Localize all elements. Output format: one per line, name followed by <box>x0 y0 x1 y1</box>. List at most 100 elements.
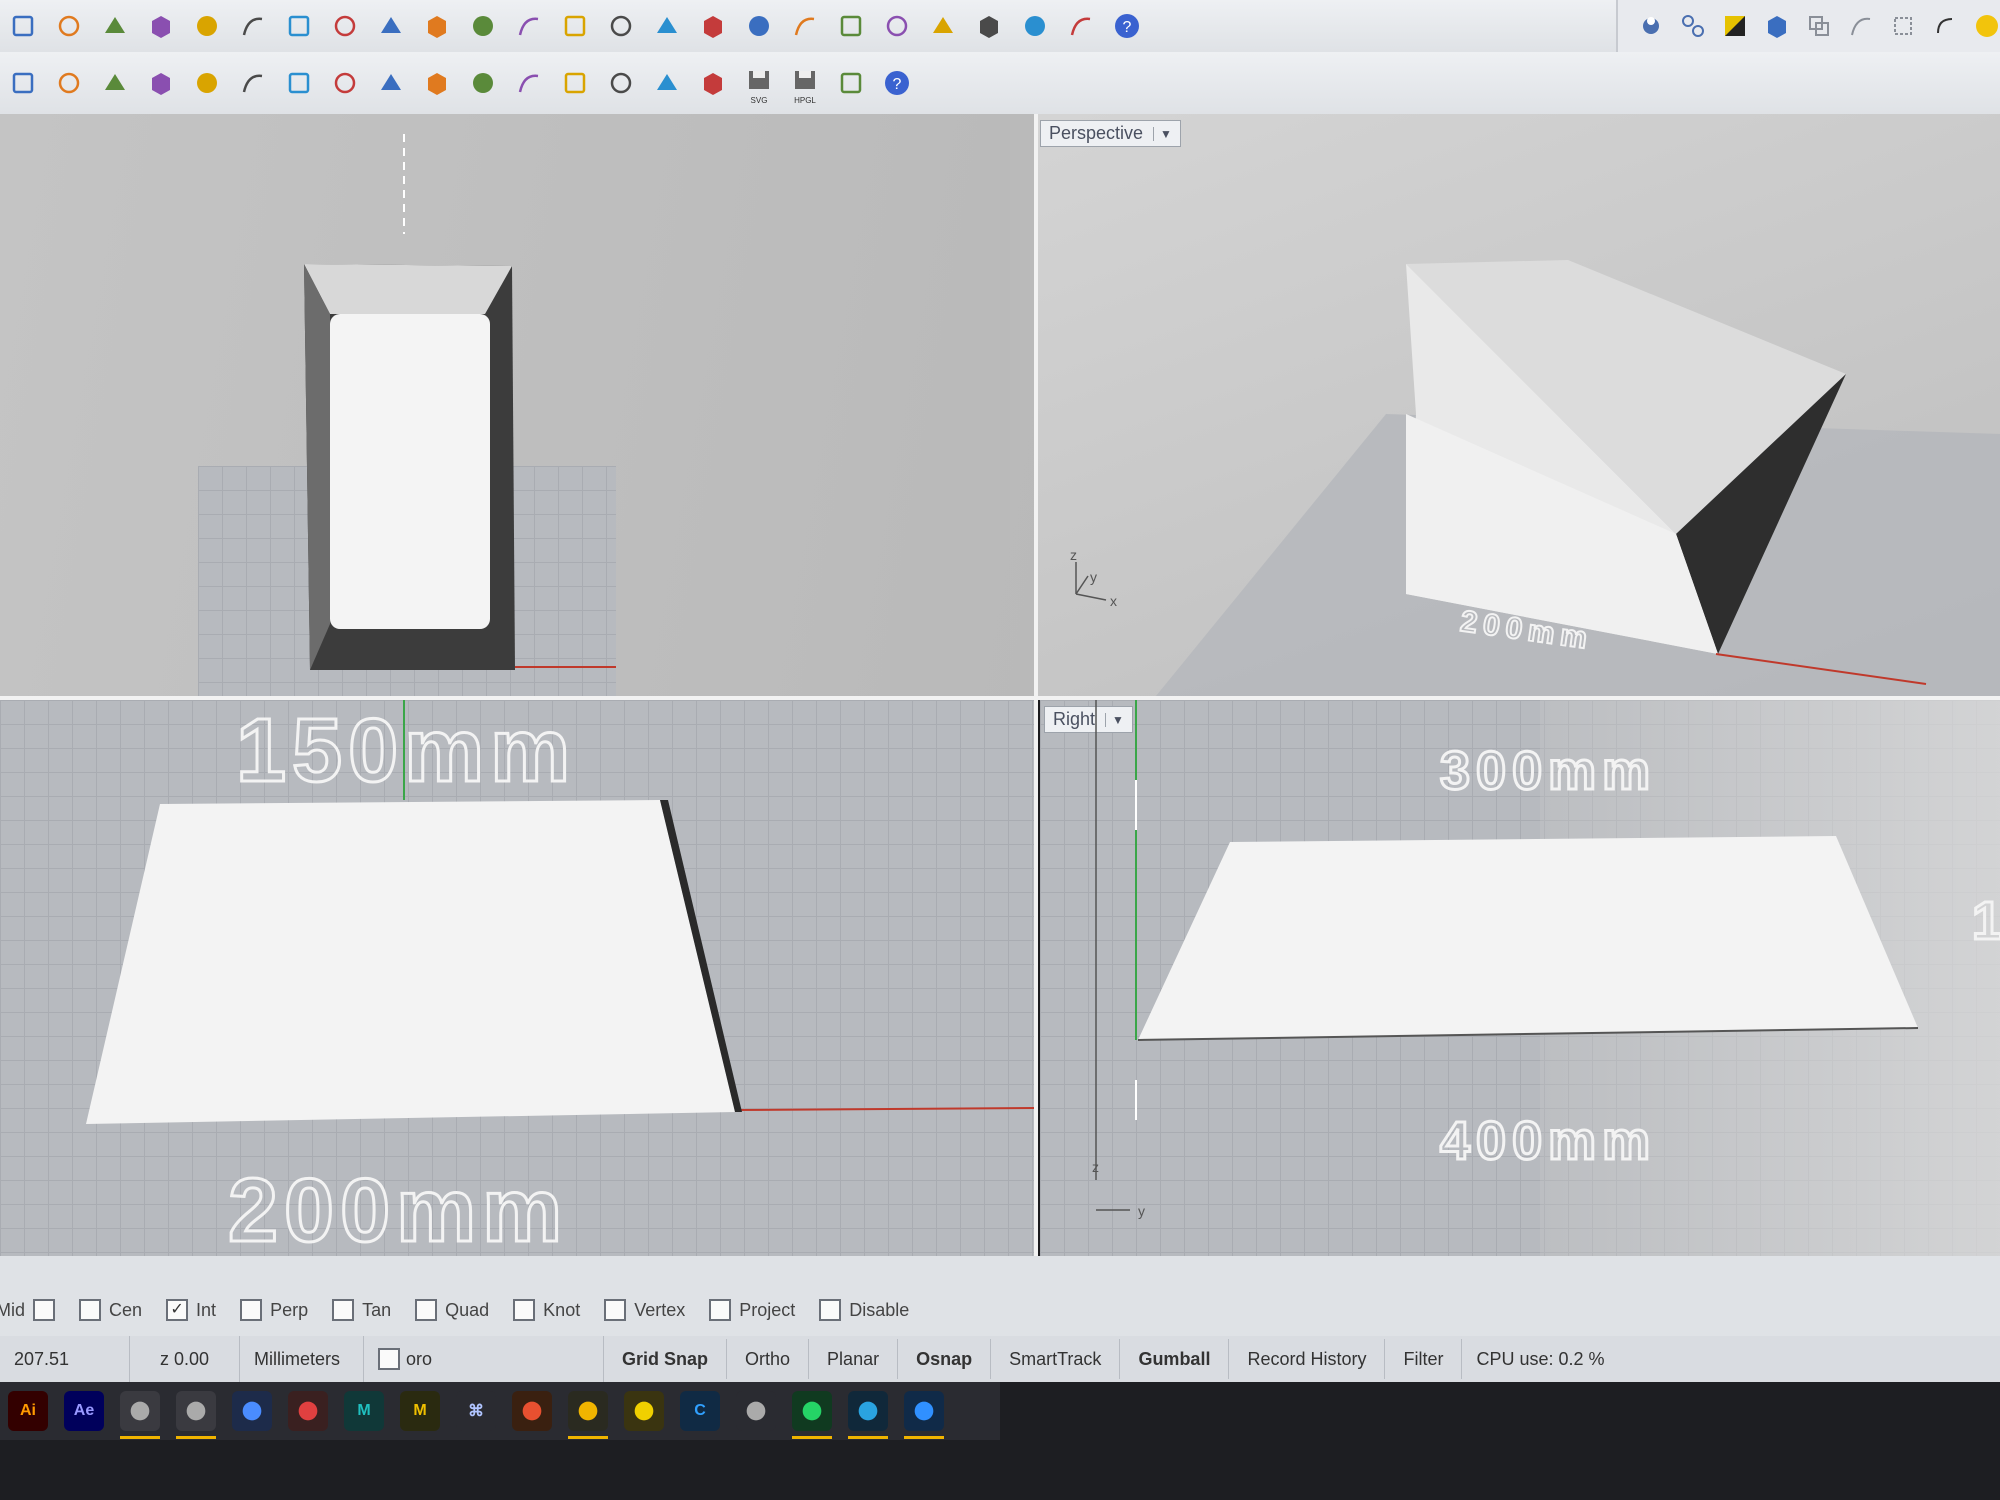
osnap-disable[interactable]: Disable <box>819 1299 909 1321</box>
block-icon[interactable] <box>1762 9 1792 43</box>
browser-icon[interactable] <box>232 1391 272 1431</box>
wrench-icon[interactable] <box>466 66 500 100</box>
osnap-checkbox[interactable] <box>709 1299 732 1321</box>
object-color-icon[interactable] <box>1720 9 1750 43</box>
smart-track-icon[interactable] <box>1636 9 1666 43</box>
open-folder-icon[interactable] <box>834 66 868 100</box>
lock-icon[interactable] <box>696 9 730 43</box>
pane-filter[interactable]: Filter <box>1385 1339 1463 1379</box>
osnap-mid[interactable]: Mid <box>0 1299 56 1321</box>
cut-icon[interactable] <box>6 66 40 100</box>
join-icon[interactable] <box>1678 9 1708 43</box>
bird-icon[interactable] <box>52 66 86 100</box>
shade-icon[interactable] <box>834 9 868 43</box>
osnap-knot[interactable]: Knot <box>513 1299 580 1321</box>
bulb-icon[interactable] <box>650 9 684 43</box>
frame-icon[interactable] <box>512 66 546 100</box>
box-icon[interactable] <box>742 9 776 43</box>
pane-ortho[interactable]: Ortho <box>727 1339 810 1379</box>
layer-color-swatch[interactable] <box>378 1348 400 1370</box>
security-icon[interactable] <box>288 1391 328 1431</box>
gear-icon[interactable] <box>1018 9 1052 43</box>
sphere-icon[interactable] <box>926 9 960 43</box>
cube-icon[interactable] <box>144 66 178 100</box>
curve-icon[interactable] <box>236 66 270 100</box>
help-icon[interactable]: ? <box>880 66 914 100</box>
telegram-icon[interactable] <box>848 1391 888 1439</box>
save-hpgl-icon[interactable]: HPGL <box>788 66 822 105</box>
dimension-icon[interactable] <box>1064 9 1098 43</box>
zoom-selected-icon[interactable] <box>328 9 362 43</box>
check-icon[interactable] <box>328 66 362 100</box>
osnap-checkbox[interactable] <box>240 1299 263 1321</box>
crystal-icon[interactable] <box>374 66 408 100</box>
undo-icon[interactable] <box>52 9 86 43</box>
osnap-quad[interactable]: Quad <box>415 1299 489 1321</box>
pane-smarttrack[interactable]: SmartTrack <box>991 1339 1121 1379</box>
whatsapp-icon[interactable] <box>792 1391 832 1439</box>
zoom-window-icon[interactable] <box>236 9 270 43</box>
pan-icon[interactable] <box>98 9 132 43</box>
help-icon[interactable]: ? <box>1110 9 1144 43</box>
viewport-layout-icon[interactable] <box>420 9 454 43</box>
c-app-icon[interactable]: C <box>680 1391 720 1431</box>
calendar-icon[interactable] <box>512 1391 552 1431</box>
color-wheel-icon[interactable] <box>788 9 822 43</box>
pen-icon[interactable] <box>736 1391 776 1431</box>
photo-app-icon[interactable] <box>904 1391 944 1439</box>
car-icon[interactable] <box>466 9 500 43</box>
snap-icon[interactable] <box>512 9 546 43</box>
command-icon[interactable]: ⌘ <box>456 1391 496 1431</box>
osnap-project[interactable]: Project <box>709 1299 795 1321</box>
zoom-icon[interactable] <box>190 9 224 43</box>
viewport-divider-vertical[interactable] <box>1034 114 1038 1264</box>
layer-display[interactable]: oro <box>364 1336 604 1382</box>
units-display[interactable]: Millimeters <box>240 1336 364 1382</box>
zoom-realtime-icon[interactable] <box>374 9 408 43</box>
chrome-icon[interactable] <box>568 1391 608 1439</box>
viewport-divider-horizontal[interactable] <box>0 696 2000 700</box>
grid-icon[interactable] <box>558 66 592 100</box>
circle-select-icon[interactable] <box>558 9 592 43</box>
osnap-checkbox[interactable] <box>33 1299 56 1321</box>
viewport-front[interactable]: 150mm 200mm <box>0 700 1036 1264</box>
move-icon[interactable] <box>144 9 178 43</box>
osnap-checkbox[interactable]: ✓ <box>166 1299 189 1321</box>
bold-icon[interactable] <box>650 66 684 100</box>
meet-icon[interactable]: M <box>344 1391 384 1431</box>
pane-planar[interactable]: Planar <box>809 1339 899 1379</box>
osnap-checkbox[interactable] <box>415 1299 438 1321</box>
osnap-tan[interactable]: Tan <box>332 1299 391 1321</box>
scale-icon[interactable] <box>1888 9 1918 43</box>
new-icon[interactable] <box>6 9 40 43</box>
arc-icon[interactable] <box>282 66 316 100</box>
rotate-icon[interactable] <box>1930 9 1960 43</box>
zoom-extents-icon[interactable] <box>282 9 316 43</box>
notes-icon[interactable] <box>624 1391 664 1431</box>
pane-grid-snap[interactable]: Grid Snap <box>604 1339 728 1379</box>
pointer-icon[interactable] <box>972 9 1006 43</box>
osnap-vertex[interactable]: Vertex <box>604 1299 685 1321</box>
smiley-icon[interactable] <box>1972 9 2000 43</box>
photos-icon[interactable] <box>176 1391 216 1439</box>
rhino-icon[interactable] <box>120 1391 160 1439</box>
save-svg-icon[interactable]: SVG <box>742 66 776 105</box>
frame-dashed-icon[interactable] <box>696 66 730 100</box>
curve-tool-icon[interactable] <box>1846 9 1876 43</box>
illustrator-icon[interactable]: Ai <box>8 1391 48 1431</box>
select-icon[interactable] <box>604 9 638 43</box>
osnap-cen[interactable]: Cen <box>79 1299 142 1321</box>
pane-gumball[interactable]: Gumball <box>1120 1339 1230 1379</box>
osnap-checkbox[interactable] <box>819 1299 842 1321</box>
rendered-icon[interactable] <box>880 9 914 43</box>
folders-icon[interactable] <box>420 66 454 100</box>
star-icon[interactable] <box>190 66 224 100</box>
osnap-int[interactable]: ✓ Int <box>166 1299 216 1321</box>
osnap-perp[interactable]: Perp <box>240 1299 308 1321</box>
pane-record-history[interactable]: Record History <box>1229 1339 1386 1379</box>
copy-icon[interactable] <box>1804 9 1834 43</box>
viewport-right[interactable]: Right ▼ z y 300mm 400mm 1 <box>1040 700 2000 1256</box>
gmail-icon[interactable]: M <box>400 1391 440 1431</box>
osnap-checkbox[interactable] <box>513 1299 536 1321</box>
paint-icon[interactable] <box>604 66 638 100</box>
